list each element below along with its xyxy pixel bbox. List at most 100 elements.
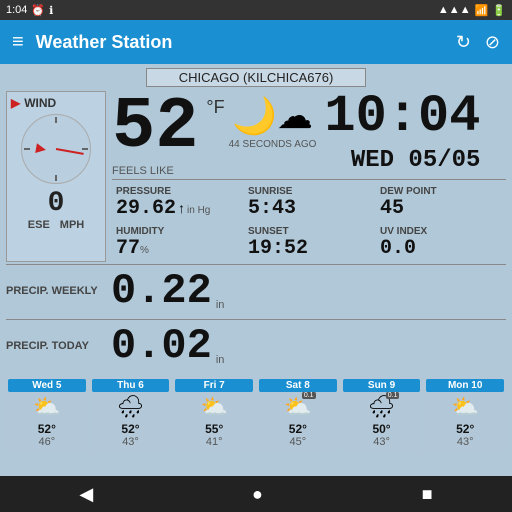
forecast-day-label-5: Mon 10: [426, 379, 504, 392]
forecast-lo-4: 43°: [373, 436, 390, 448]
sunset-label: SUNSET: [248, 226, 370, 237]
top-bar: ≡ Weather Station ↻ ⊘: [0, 20, 512, 64]
forecast-strip: Wed 5⛅52°46°Thu 6🌧52°43°Fri 7⛅55°41°Sat …: [6, 376, 506, 451]
precip-today-section: PRECIP. TODAY 0.02 in: [6, 319, 506, 372]
precip-today-label: PRECIP. TODAY: [6, 340, 111, 352]
status-bar: 1:04 ⏰ ℹ ▲▲▲ 📶 🔋: [0, 0, 512, 20]
station-row: CHICAGO (KILCHICA676): [6, 68, 506, 87]
temp-row: 52 °F: [112, 91, 225, 163]
precip-weekly-section: PRECIP. WEEKLY 0.22 in: [6, 264, 506, 317]
uv-index-stat: UV INDEX 0.0: [376, 224, 506, 262]
forecast-lo-5: 43°: [457, 436, 474, 448]
status-time: 1:04: [6, 4, 27, 16]
right-panel: 52 °F FEELS LIKE 🌙☁ 44 SECONDS AGO 10:04…: [112, 91, 506, 262]
info-icon: ℹ: [49, 4, 53, 17]
stats-grid: PRESSURE 29.62 ↑ in Hg SUNRISE 5:43 DEW …: [112, 179, 506, 262]
forecast-hi-1: 52°: [121, 422, 139, 436]
uv-index-value: 0.0: [380, 237, 502, 260]
menu-icon[interactable]: ≡: [12, 31, 24, 54]
forecast-icon-wrap-1: 🌧: [117, 394, 145, 420]
humidity-stat: HUMIDITY 77 %: [112, 224, 242, 262]
forecast-hi-3: 52°: [289, 422, 307, 436]
uv-index-label: UV INDEX: [380, 226, 502, 237]
pressure-label: PRESSURE: [116, 186, 238, 197]
humidity-label: HUMIDITY: [116, 226, 238, 237]
clock-time: 10:04: [324, 91, 480, 143]
offline-icon[interactable]: ⊘: [485, 32, 500, 53]
status-left: 1:04 ⏰ ℹ: [6, 4, 53, 17]
forecast-day-label-3: Sat 8: [259, 379, 337, 392]
temp-unit: °F: [206, 97, 224, 118]
wind-direction: ESE: [28, 219, 50, 231]
forecast-lo-0: 46°: [39, 436, 56, 448]
clock-date: WED 05/05: [351, 147, 481, 174]
forecast-day-label-4: Sun 9: [343, 379, 421, 392]
home-button[interactable]: ●: [252, 484, 263, 505]
forecast-lo-2: 41°: [206, 436, 223, 448]
dew-point-label: DEW POINT: [380, 186, 502, 197]
sunrise-label: SUNRISE: [248, 186, 370, 197]
app-title: Weather Station: [36, 32, 444, 53]
temp-area: 52 °F FEELS LIKE: [112, 91, 225, 177]
wifi-icon: 📶: [475, 4, 489, 17]
forecast-day-label-0: Wed 5: [8, 379, 86, 392]
humidity-unit: %: [140, 245, 149, 256]
forecast-icon-wrap-4: 🌧0.1: [368, 394, 396, 420]
main-content: CHICAGO (KILCHICA676) ▶ WIND 0 ESE: [0, 64, 512, 455]
recent-button[interactable]: ■: [422, 484, 433, 505]
precip-today-value: 0.02: [111, 322, 212, 370]
wind-unit: MPH: [60, 219, 84, 231]
precip-weekly-label: PRECIP. WEEKLY: [6, 285, 111, 297]
weather-icon: 🌙☁: [232, 95, 313, 137]
forecast-icon-wrap-5: ⛅: [451, 394, 478, 420]
temperature: 52: [112, 91, 198, 163]
forecast-icon-wrap-3: ⛅0.1: [284, 394, 311, 420]
sunrise-value: 5:43: [248, 197, 370, 220]
forecast-lo-3: 45°: [290, 436, 307, 448]
feels-like-label: FEELS LIKE: [112, 165, 225, 177]
wind-icon: ▶: [11, 96, 20, 110]
battery-icon: 🔋: [492, 4, 506, 17]
forecast-badge-4: 0.1: [386, 392, 400, 399]
pressure-unit: in Hg: [187, 205, 210, 216]
wind-compass: [21, 114, 91, 184]
status-right: ▲▲▲ 📶 🔋: [438, 4, 506, 17]
alarm-icon: ⏰: [31, 4, 45, 17]
wind-units: ESE MPH: [28, 219, 84, 231]
wind-box: ▶ WIND 0 ESE MPH: [6, 91, 106, 262]
station-name: CHICAGO (KILCHICA676): [146, 68, 366, 87]
forecast-badge-3: 0.1: [302, 392, 316, 399]
upper-panel: ▶ WIND 0 ESE MPH: [6, 91, 506, 262]
forecast-day-2: Fri 7⛅55°41°: [173, 376, 255, 451]
temp-clock-row: 52 °F FEELS LIKE 🌙☁ 44 SECONDS AGO 10:04…: [112, 91, 506, 177]
forecast-day-0: Wed 5 ⛅ 52°46°: [6, 376, 88, 451]
weather-icon-area: 🌙☁ 44 SECONDS AGO: [229, 95, 317, 150]
dew-point-stat: DEW POINT 45: [376, 184, 506, 222]
pressure-stat: PRESSURE 29.62 ↑ in Hg: [112, 184, 242, 222]
sunset-stat: SUNSET 19:52: [244, 224, 374, 262]
clock-area: 10:04 WED 05/05: [320, 91, 480, 174]
refresh-icon[interactable]: ↻: [456, 32, 471, 53]
forecast-day-5: Mon 10 ⛅ 52°43°: [424, 376, 506, 451]
precip-today-unit: in: [216, 354, 225, 366]
sunrise-stat: SUNRISE 5:43: [244, 184, 374, 222]
wind-label-text: WIND: [24, 96, 56, 110]
forecast-hi-0: 52°: [38, 422, 56, 436]
forecast-day-label-1: Thu 6: [92, 379, 170, 392]
precip-weekly-unit: in: [216, 299, 225, 311]
signal-icon: ▲▲▲: [438, 4, 471, 16]
forecast-day-1: Thu 6 🌧 52°43°: [90, 376, 172, 451]
dew-point-value: 45: [380, 197, 502, 220]
sunset-value: 19:52: [248, 237, 370, 260]
forecast-day-3: Sat 8 ⛅0.1 52°45°: [257, 376, 339, 451]
forecast-lo-1: 43°: [122, 436, 139, 448]
back-button[interactable]: ◀: [79, 484, 93, 505]
top-bar-actions: ↻ ⊘: [456, 32, 500, 53]
pressure-value: 29.62: [116, 197, 176, 220]
ago-text: 44 SECONDS AGO: [229, 139, 317, 150]
wind-speed: 0: [48, 188, 65, 219]
forecast-hi-5: 52°: [456, 422, 474, 436]
forecast-icon-wrap-0: ⛅: [33, 394, 60, 420]
wind-label-row: ▶ WIND: [11, 96, 101, 110]
pressure-arrow: ↑: [178, 200, 185, 216]
